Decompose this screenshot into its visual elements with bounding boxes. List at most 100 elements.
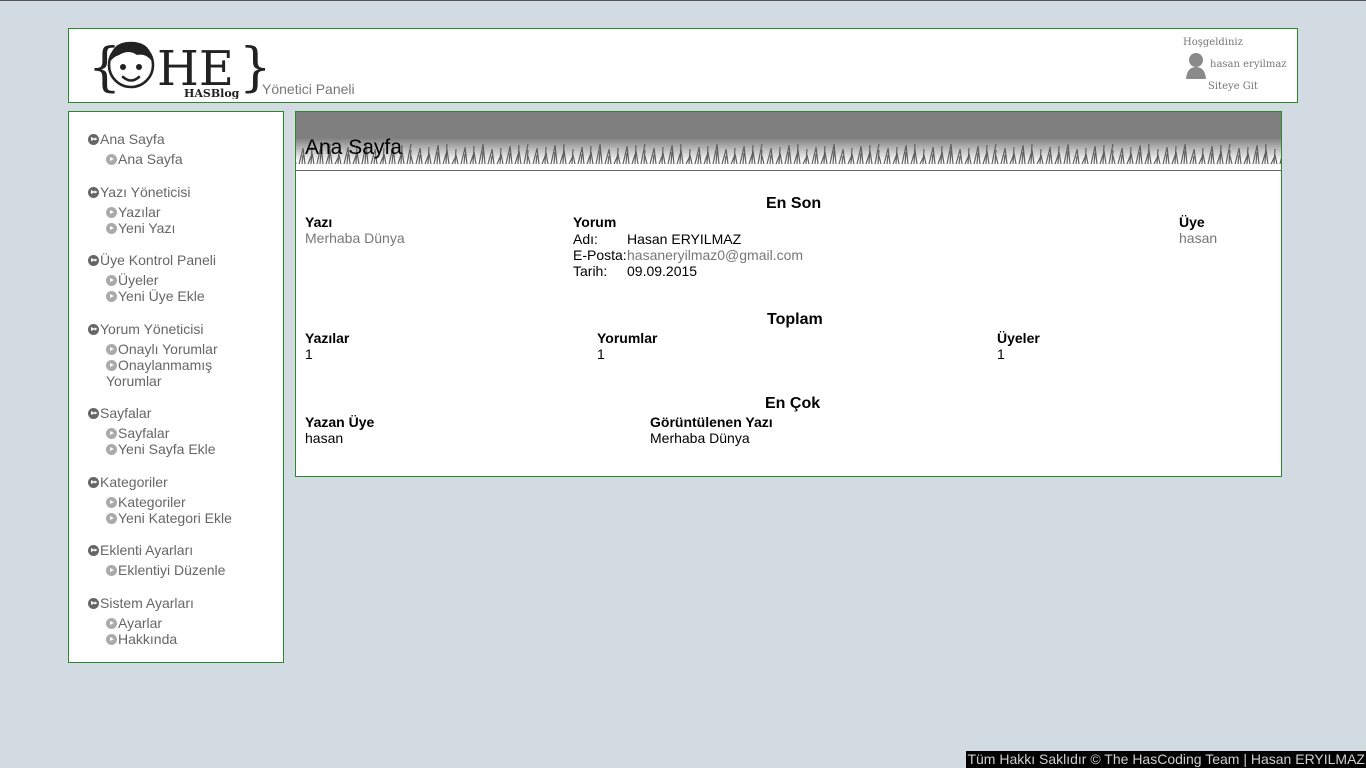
menu-item-yeni-yazi[interactable]: Yeni Yazı [88,220,191,236]
latest-comment-header: Yorum [573,214,617,230]
section-title-latest: En Son [766,195,822,212]
logo-graphic: { HAS HE } HASBlog [89,38,265,99]
most-viewed-value: Merhaba Dünya [650,430,750,446]
copyright-footer: Tüm Hakkı Saklıdır © The HasCoding Team … [966,751,1366,768]
chevron-circle-icon [106,344,117,355]
double-chevron-circle-icon [88,407,99,419]
menu-item-uyeler[interactable]: Üyeler [88,272,216,288]
menu-item-yazilar[interactable]: Yazılar [88,204,191,220]
section-title-most: En Çok [765,395,821,412]
total-comments-header: Yorumlar [597,330,658,346]
name-value: Hasan ERYILMAZ [627,231,742,247]
menu-item-label: Yeni Yazı [118,220,176,236]
menu-group-plugins: Eklenti Ayarları Eklentiyi Düzenle [88,541,225,578]
email-label: E-Posta: [573,247,627,263]
username[interactable]: hasan eryilmaz [1210,59,1287,70]
menu-group-title[interactable]: Kategoriler [88,473,232,491]
menu-group-title[interactable]: Sistem Ayarları [88,594,194,612]
total-posts-header: Yazılar [305,330,350,346]
latest-member-header: Üye [1179,214,1205,230]
double-chevron-circle-icon [88,133,99,145]
header-bar: { HAS HE } HASBlog Yönetici Paneli Hoşge… [68,28,1298,103]
menu-item-onayli-yorumlar[interactable]: Onaylı Yorumlar [88,341,226,357]
latest-comment-details: Adı: Hasan ERYILMAZ E-Posta:hasaneryilmaz… [573,231,803,279]
page-title: Ana Sayfa [305,136,402,159]
section-title-totals: Toplam [767,311,823,328]
latest-post-link[interactable]: Merhaba Dünya [305,230,405,246]
menu-group-label: Yorum Yöneticisi [100,321,204,337]
latest-member-link[interactable]: hasan [1179,230,1217,246]
menu-item-label: Yeni Kategori Ekle [118,510,232,526]
email-value[interactable]: hasaneryilmaz0@gmail.com [627,247,803,263]
total-members-header: Üyeler [997,330,1040,346]
menu-group-label: Üye Kontrol Paneli [100,252,216,268]
menu-item-label: Üyeler [118,272,159,288]
menu-item-sayfalar[interactable]: Sayfalar [88,425,216,441]
chevron-circle-icon [106,360,117,371]
menu-group-title[interactable]: Yorum Yöneticisi [88,320,226,338]
menu-item-label: Onaylı Yorumlar [118,341,218,357]
most-writer-header: Yazan Üye [305,414,375,430]
menu-item-yeni-kategori-ekle[interactable]: Yeni Kategori Ekle [88,510,232,526]
menu-group-label: Sayfalar [100,405,152,421]
menu-item-ana-sayfa[interactable]: Ana Sayfa [88,151,183,167]
double-chevron-circle-icon [88,597,99,609]
double-chevron-circle-icon [88,476,99,488]
double-chevron-circle-icon [88,544,99,556]
most-writer-value: hasan [305,430,344,446]
menu-item-ayarlar[interactable]: Ayarlar [88,615,194,631]
chevron-circle-icon [106,223,117,234]
visit-site-link[interactable]: Siteye Git [1208,81,1258,92]
chevron-circle-icon [106,154,117,165]
logo-badge: HAS [112,59,123,65]
menu-item-kategoriler[interactable]: Kategoriler [88,494,232,510]
menu-group-comments: Yorum Yöneticisi Onaylı Yorumlar Onaylan… [88,320,226,389]
menu-group-system: Sistem Ayarları Ayarlar Hakkında [88,594,194,647]
menu-group-label: Kategoriler [100,474,168,490]
chevron-circle-icon [106,497,117,508]
menu-group-title[interactable]: Yazı Yöneticisi [88,183,191,201]
menu-item-label: Sayfalar [118,425,170,441]
sidebar-menu: Ana Sayfa Ana Sayfa Yazı Yöneticisi Yazı… [68,111,284,663]
menu-item-onaylanmamis-yorumlar[interactable]: Onaylanmamış Yorumlar [88,357,226,389]
menu-group-label: Eklenti Ayarları [100,542,194,558]
menu-group-pages: Sayfalar Sayfalar Yeni Sayfa Ekle [88,404,216,457]
menu-group-members: Üye Kontrol Paneli Üyeler Yeni Üye Ekle [88,251,216,304]
menu-group-title[interactable]: Eklenti Ayarları [88,541,225,559]
menu-group-posts: Yazı Yöneticisi Yazılar Yeni Yazı [88,183,191,236]
menu-group-title[interactable]: Ana Sayfa [88,130,183,148]
menu-item-label: Ana Sayfa [118,151,183,167]
menu-item-yeni-uye-ekle[interactable]: Yeni Üye Ekle [88,288,216,304]
menu-item-label: Yazılar [118,204,161,220]
main-panel: Ana Sayfa En Son Yazı Merhaba Dünya Yoru… [295,111,1282,477]
menu-group-categories: Kategoriler Kategoriler Yeni Kategori Ek… [88,473,232,526]
welcome-text: Hoşgeldiniz [1183,37,1243,48]
menu-group-title[interactable]: Üye Kontrol Paneli [88,251,216,269]
total-members-value: 1 [997,346,1005,362]
date-value: 09.09.2015 [627,263,698,279]
menu-item-hakkinda[interactable]: Hakkında [88,631,194,647]
hasblog-logo[interactable]: { HAS HE } HASBlog [89,33,265,99]
menu-group-home: Ana Sayfa Ana Sayfa [88,130,183,167]
date-label: Tarih: [573,263,608,279]
menu-group-label: Ana Sayfa [100,131,165,147]
panel-title: Yönetici Paneli [262,81,355,97]
grass-strokes [296,143,1281,165]
chevron-circle-icon [106,207,117,218]
menu-item-label: Ayarlar [118,615,163,631]
chevron-circle-icon [106,634,117,645]
most-viewed-header: Görüntülenen Yazı [650,414,773,430]
main-header: Ana Sayfa [296,112,1281,171]
chevron-circle-icon [106,618,117,629]
chevron-circle-icon [106,444,117,455]
menu-group-label: Sistem Ayarları [100,595,194,611]
double-chevron-circle-icon [88,323,99,335]
menu-group-title[interactable]: Sayfalar [88,404,216,422]
menu-item-label: Yeni Sayfa Ekle [118,441,216,457]
latest-post-header: Yazı [305,214,333,230]
menu-item-eklentiyi-duzenle[interactable]: Eklentiyi Düzenle [88,562,225,578]
chevron-circle-icon [106,275,117,286]
user-box: Hoşgeldiniz hasan eryilmaz Siteye Git [1179,37,1289,97]
menu-item-yeni-sayfa-ekle[interactable]: Yeni Sayfa Ekle [88,441,216,457]
user-silhouette-icon [1186,53,1206,79]
